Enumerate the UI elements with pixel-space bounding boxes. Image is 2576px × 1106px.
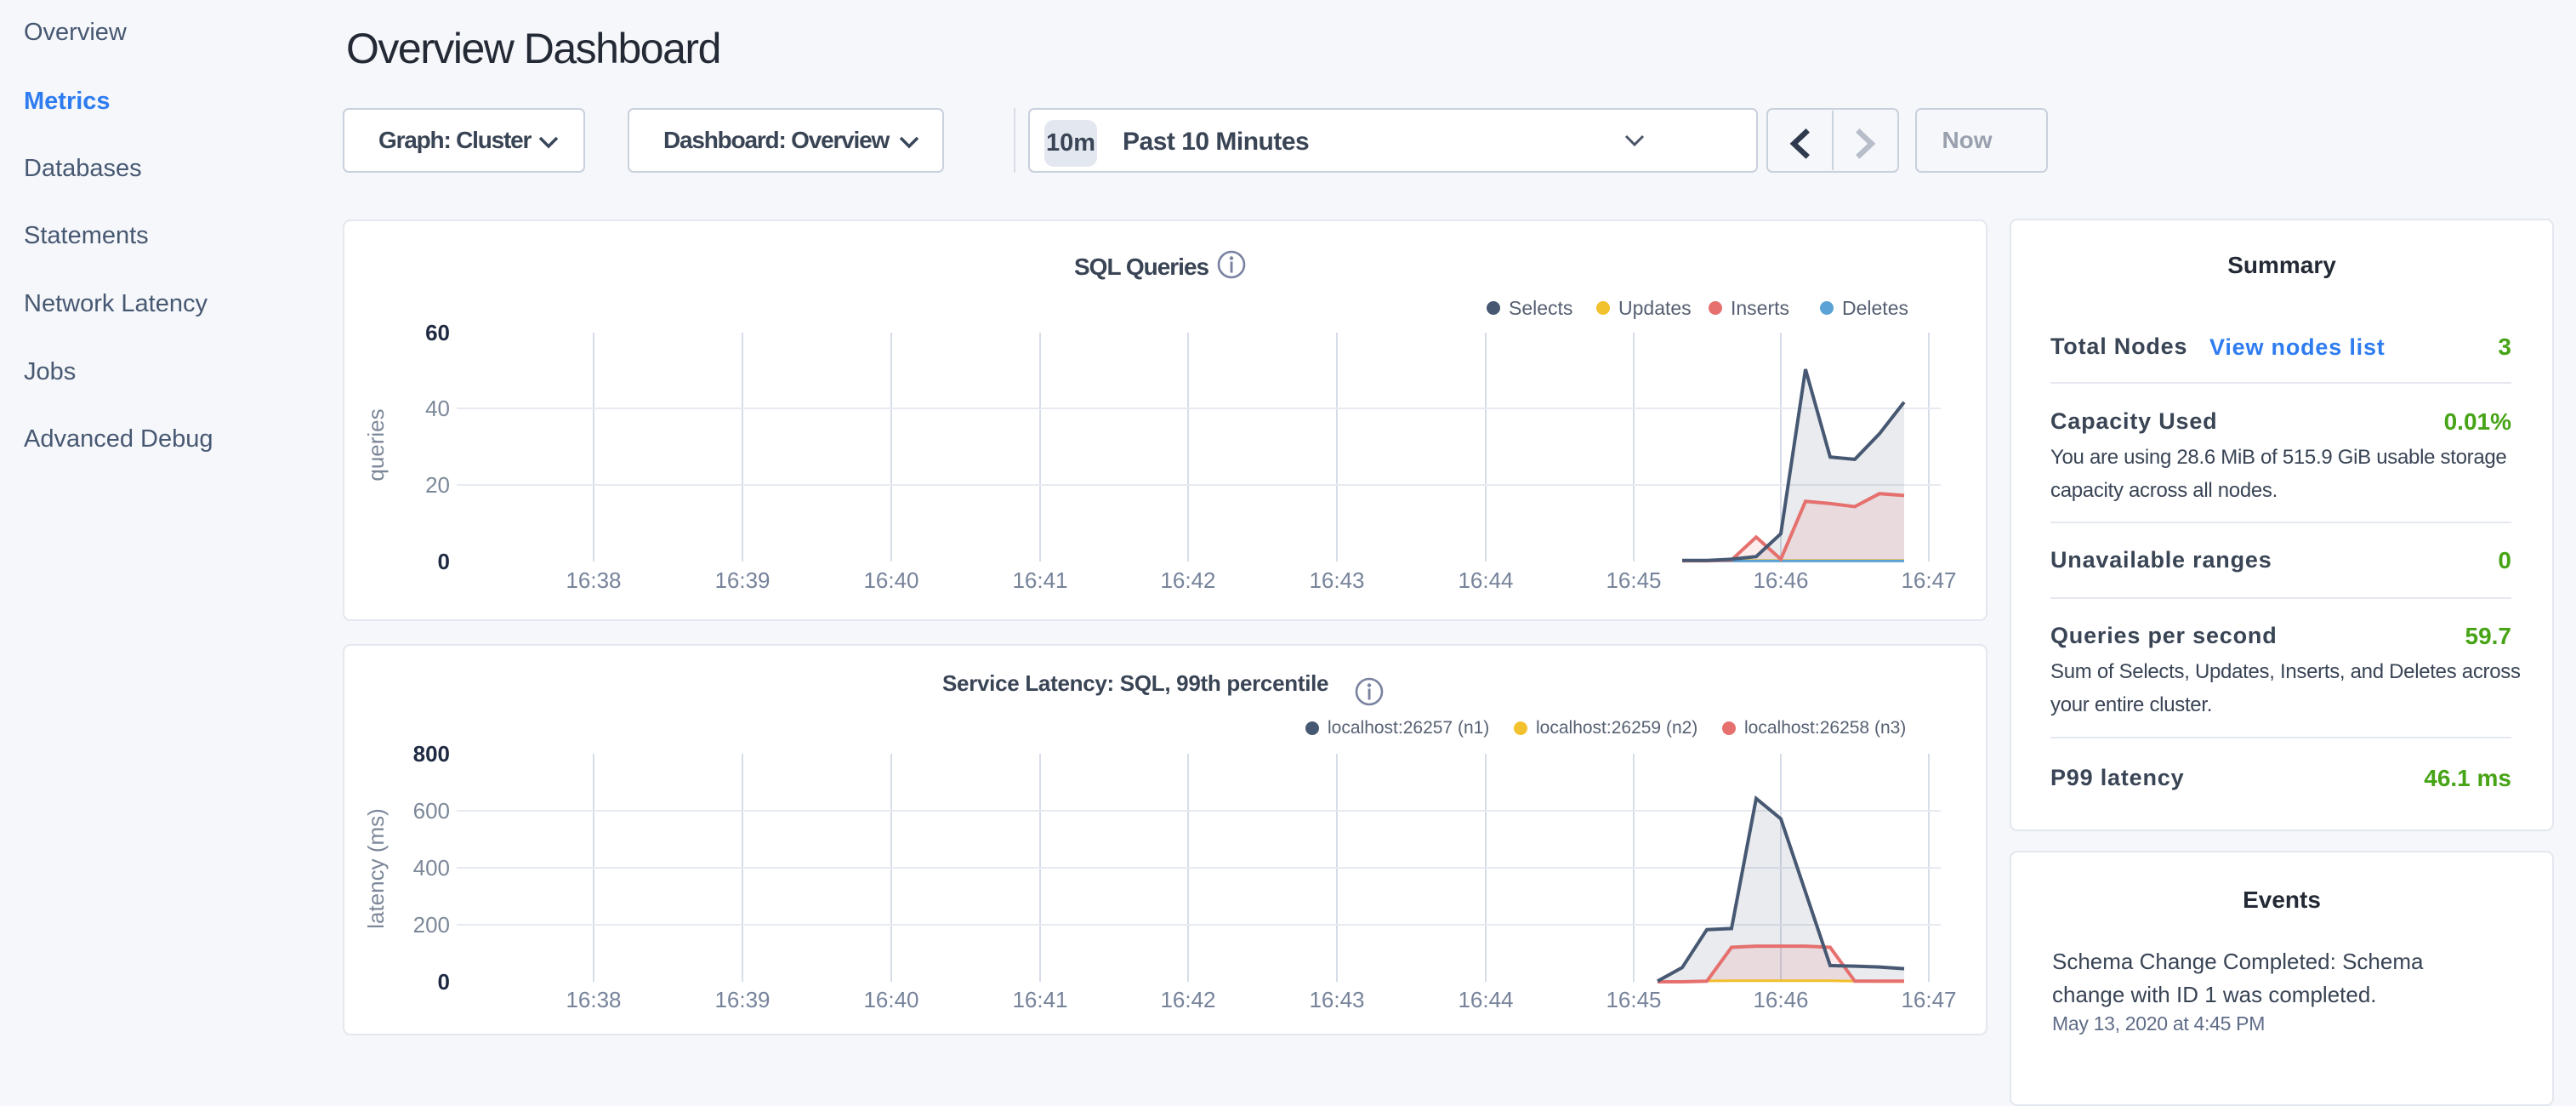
svg-text:16:44: 16:44 [1458, 987, 1513, 1012]
svg-text:16:46: 16:46 [1753, 987, 1808, 1012]
svg-text:200: 200 [413, 912, 450, 938]
svg-text:0: 0 [438, 969, 450, 995]
svg-text:16:43: 16:43 [1309, 987, 1364, 1012]
svg-text:16:39: 16:39 [714, 567, 770, 593]
svg-text:16:39: 16:39 [714, 987, 770, 1012]
svg-text:queries: queries [363, 408, 389, 481]
svg-text:60: 60 [425, 320, 450, 345]
svg-text:16:40: 16:40 [863, 567, 918, 593]
svg-text:latency (ms): latency (ms) [363, 808, 389, 929]
svg-text:16:38: 16:38 [566, 987, 621, 1012]
svg-text:16:38: 16:38 [566, 567, 621, 593]
svg-text:800: 800 [413, 741, 450, 767]
svg-text:16:47: 16:47 [1901, 987, 1956, 1012]
svg-text:16:45: 16:45 [1606, 987, 1661, 1012]
svg-text:16:40: 16:40 [863, 987, 918, 1012]
svg-text:16:42: 16:42 [1160, 567, 1215, 593]
svg-text:16:45: 16:45 [1606, 567, 1661, 593]
svg-text:40: 40 [425, 396, 450, 421]
svg-text:16:41: 16:41 [1012, 987, 1067, 1012]
svg-text:400: 400 [413, 855, 450, 881]
svg-text:16:44: 16:44 [1458, 567, 1513, 593]
svg-text:0: 0 [438, 549, 450, 574]
svg-text:16:41: 16:41 [1012, 567, 1067, 593]
svg-text:600: 600 [413, 798, 450, 824]
svg-text:16:43: 16:43 [1309, 567, 1364, 593]
svg-text:16:46: 16:46 [1753, 567, 1808, 593]
svg-text:16:42: 16:42 [1160, 987, 1215, 1012]
svg-text:16:47: 16:47 [1901, 567, 1956, 593]
svg-text:20: 20 [425, 472, 450, 498]
